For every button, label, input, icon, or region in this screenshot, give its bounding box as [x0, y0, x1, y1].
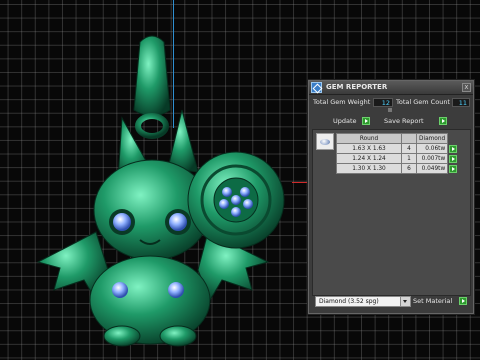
gem-count: 1 [401, 153, 417, 164]
material-select[interactable]: Diamond (3.52 spg) [315, 296, 411, 307]
set-material-go-button[interactable] [459, 297, 467, 305]
gem-count: 4 [401, 143, 417, 154]
round-diamond-icon [316, 133, 334, 150]
gem-reporter-panel: GEM REPORTER x Total Gem Weight 12 Total… [308, 80, 474, 314]
save-report-label: Save Report [384, 117, 424, 125]
resize-handle[interactable] [388, 108, 392, 112]
gem-list-area: Round Diamond 1.63 X 1.63 4 0.06tw 1.24 … [312, 129, 471, 296]
gem-reporter-app-icon [311, 82, 323, 94]
close-icon[interactable]: x [462, 83, 471, 92]
set-material-label: Set Material [413, 297, 453, 305]
gem-count: 6 [401, 163, 417, 174]
table-row: 1.24 X 1.24 1 0.007tw [336, 153, 458, 164]
panel-titlebar[interactable]: GEM REPORTER x [309, 81, 473, 95]
panel-title: GEM REPORTER [326, 83, 388, 91]
gem-size: 1.30 X 1.30 [336, 163, 402, 174]
column-header-material: Diamond [415, 133, 449, 144]
material-select-value: Diamond (3.52 spg) [319, 298, 379, 305]
column-header-count [401, 133, 417, 144]
row-select-button[interactable] [449, 154, 458, 163]
material-footer: Diamond (3.52 spg) Set Material [309, 293, 473, 313]
gem-weight: 0.06tw [415, 143, 449, 154]
gem-table: Round Diamond 1.63 X 1.63 4 0.06tw 1.24 … [336, 133, 458, 174]
row-select-button[interactable] [449, 144, 458, 153]
total-gem-weight-value: 12 [373, 98, 393, 107]
column-header-shape: Round [336, 133, 402, 144]
gem-size: 1.24 X 1.24 [336, 153, 402, 164]
total-gem-weight-label: Total Gem Weight [313, 98, 371, 106]
table-row: 1.30 X 1.30 6 0.049tw [336, 163, 458, 174]
gem-size: 1.63 X 1.63 [336, 143, 402, 154]
table-row: 1.63 X 1.63 4 0.06tw [336, 143, 458, 154]
update-label: Update [333, 117, 357, 125]
gem-weight: 0.007tw [415, 153, 449, 164]
save-report-go-button[interactable] [439, 117, 447, 125]
gem-weight: 0.049tw [415, 163, 449, 174]
total-gem-count-value: 11 [452, 98, 470, 107]
total-gem-count-label: Total Gem Count [396, 98, 450, 106]
row-select-button[interactable] [449, 164, 458, 173]
update-go-button[interactable] [362, 117, 370, 125]
dropdown-arrow-icon[interactable] [400, 297, 410, 306]
